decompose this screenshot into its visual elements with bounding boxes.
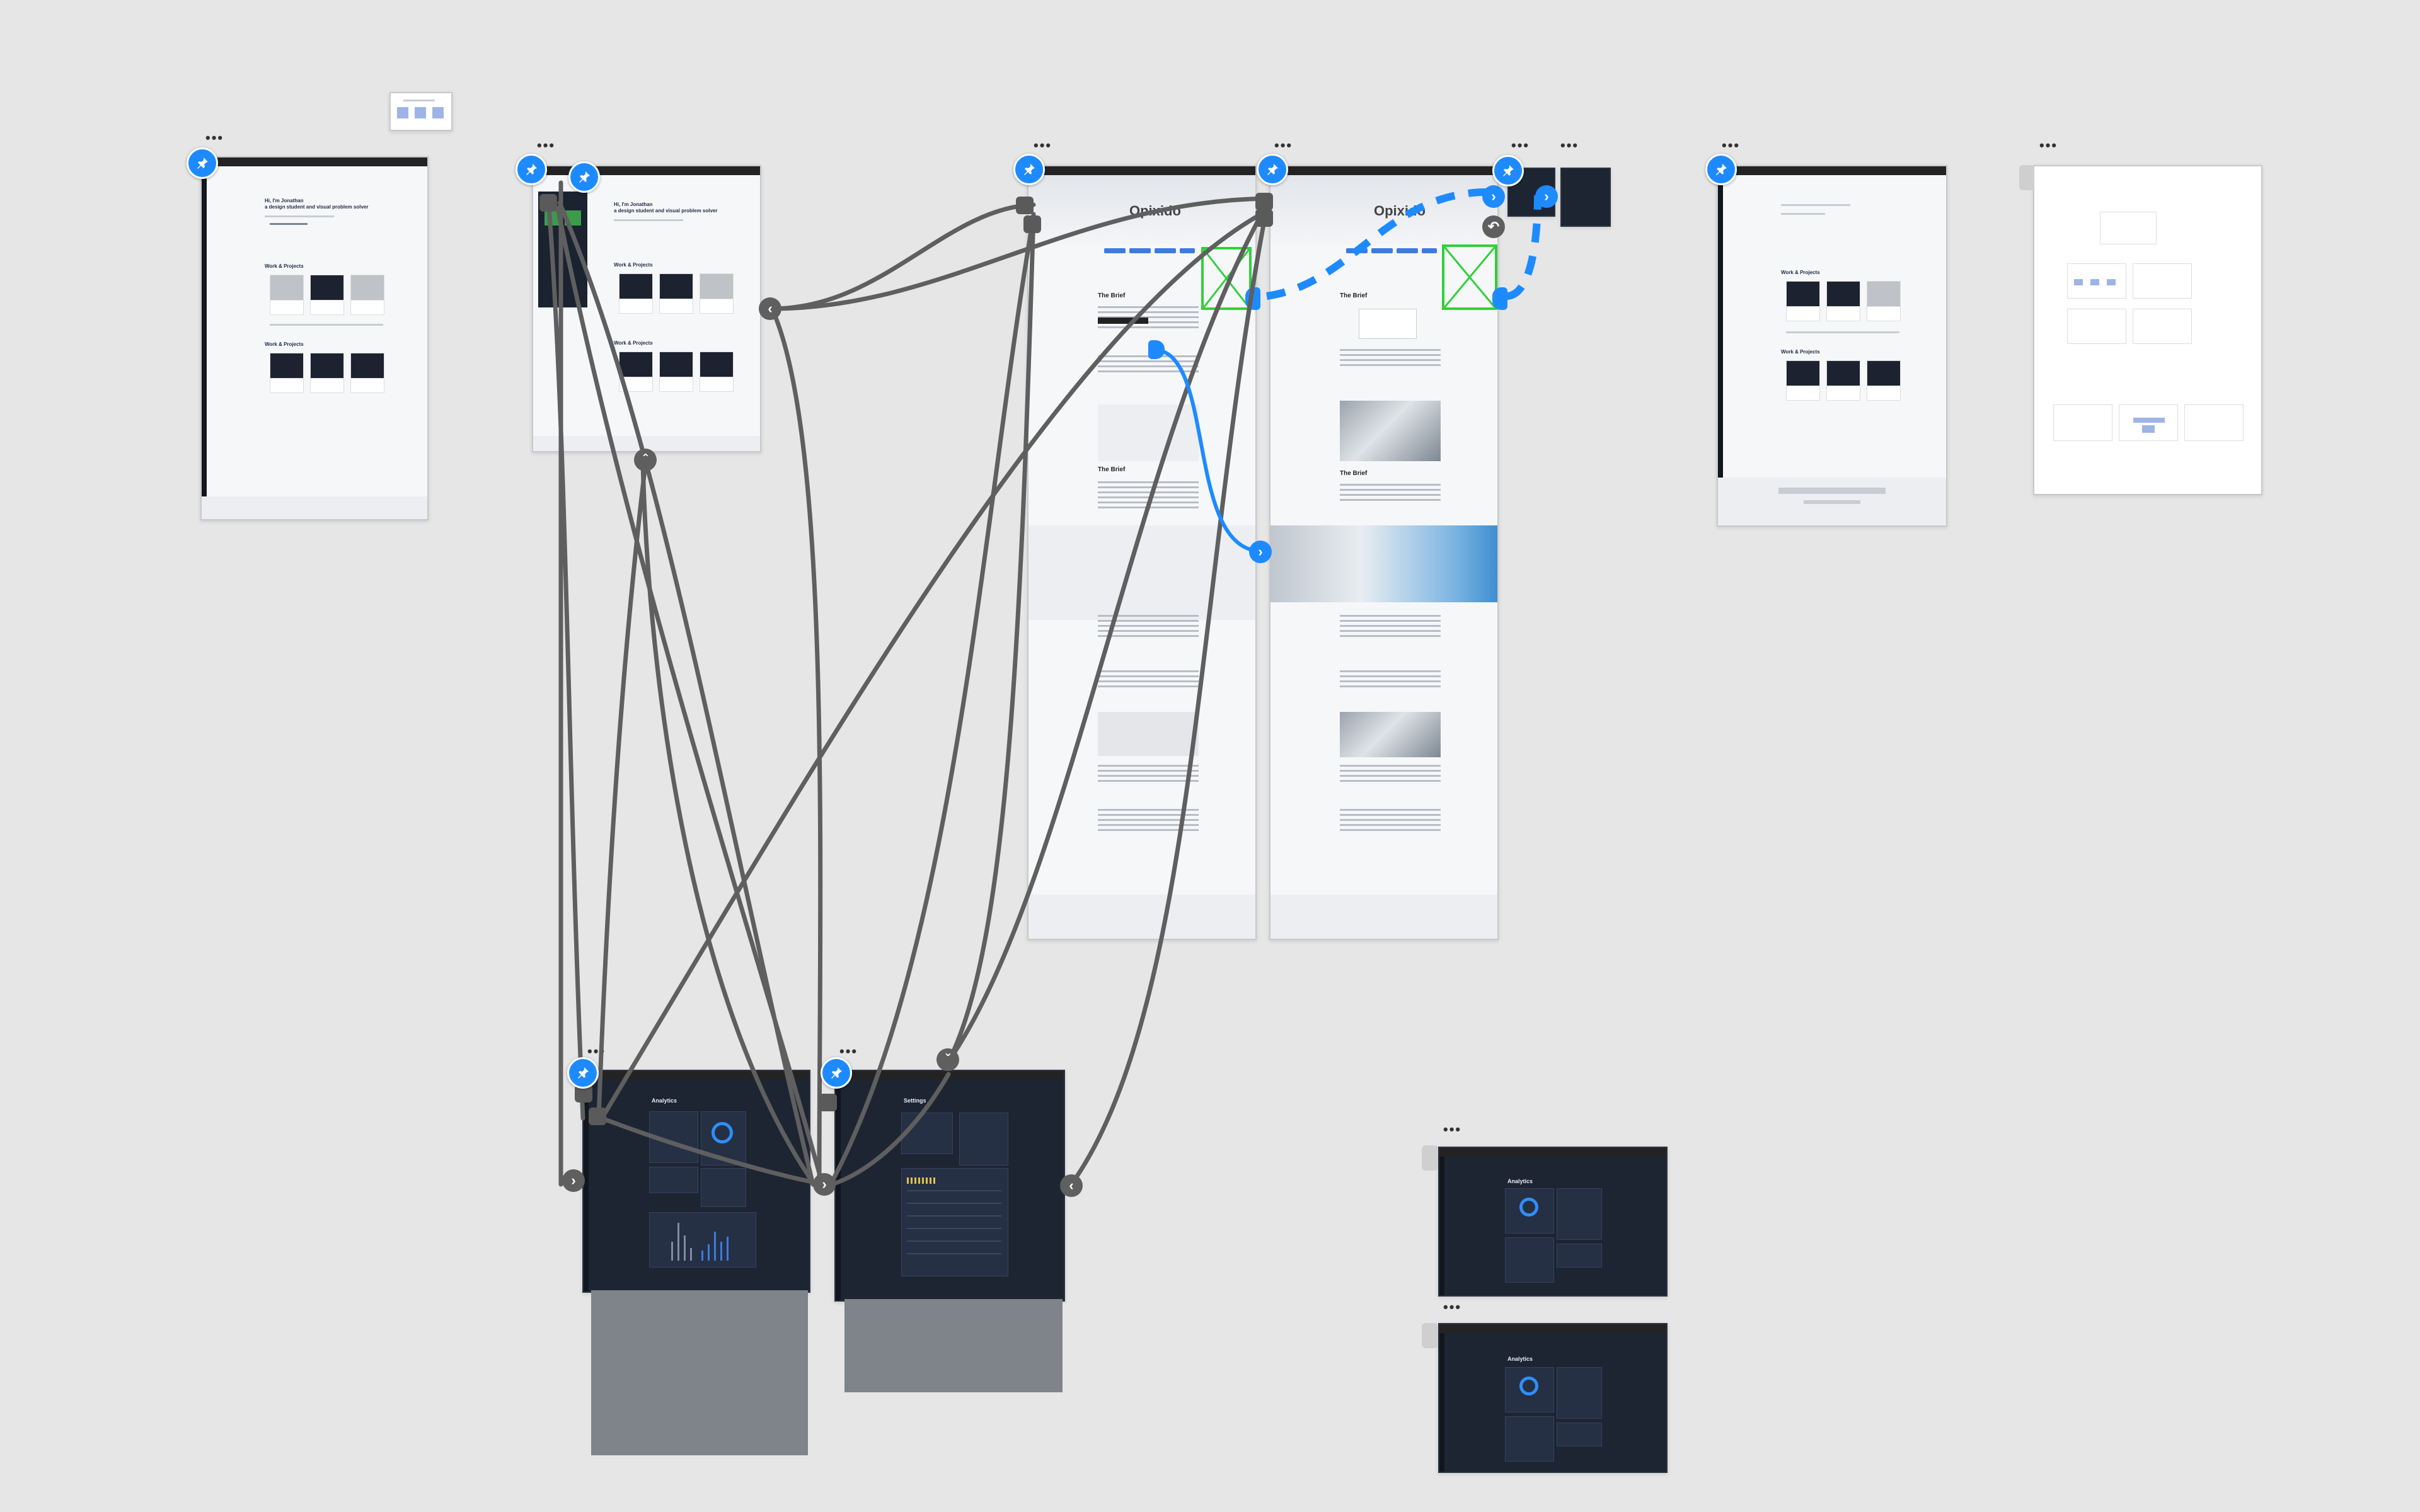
connector-line bbox=[555, 205, 825, 1187]
chevron-right-icon[interactable]: › bbox=[1482, 185, 1505, 208]
connector-handle[interactable] bbox=[1023, 215, 1041, 233]
connector-handle[interactable] bbox=[2019, 165, 2034, 190]
connector-handle[interactable] bbox=[819, 1094, 837, 1111]
connector-handle[interactable] bbox=[539, 194, 557, 212]
pin-icon[interactable] bbox=[1492, 155, 1524, 186]
connector-line bbox=[829, 1072, 951, 1187]
connector-line bbox=[557, 200, 815, 1187]
undo-icon[interactable]: ↶ bbox=[1482, 215, 1505, 238]
pin-icon[interactable] bbox=[1257, 154, 1288, 185]
pin-icon[interactable] bbox=[187, 147, 218, 179]
connector-handle[interactable] bbox=[1422, 1145, 1438, 1171]
connector-line-blue bbox=[1153, 348, 1261, 553]
chevron-up-icon[interactable]: ˆ bbox=[634, 449, 657, 471]
connector-line bbox=[946, 202, 1269, 1064]
pin-icon[interactable] bbox=[567, 1057, 599, 1089]
chevron-left-icon[interactable]: ‹ bbox=[759, 297, 781, 320]
pin-icon[interactable] bbox=[821, 1057, 852, 1089]
connector-line bbox=[596, 457, 648, 1121]
chevron-down-icon[interactable]: ˇ bbox=[936, 1048, 959, 1071]
connector-handle[interactable] bbox=[1016, 197, 1034, 214]
chevron-right-icon[interactable]: › bbox=[562, 1169, 585, 1192]
connector-line bbox=[828, 215, 1036, 1187]
connector-line bbox=[946, 212, 1036, 1064]
pin-icon[interactable] bbox=[1013, 154, 1045, 185]
pin-icon[interactable] bbox=[516, 154, 547, 185]
connector-line-blue-dashed bbox=[1266, 188, 1494, 300]
prototype-connectors bbox=[546, 180, 1541, 1187]
connector-line-blue-dashed bbox=[1506, 195, 1541, 300]
chevron-left-icon[interactable]: ‹ bbox=[1060, 1174, 1083, 1197]
connector-line bbox=[769, 202, 1036, 311]
connector-line bbox=[769, 306, 823, 1187]
pin-icon[interactable] bbox=[568, 161, 600, 193]
connector-handle[interactable] bbox=[1255, 209, 1273, 227]
connector-line bbox=[599, 209, 1269, 1121]
connector-line bbox=[546, 196, 585, 1121]
connector-handle[interactable] bbox=[589, 1108, 606, 1125]
chevron-right-icon[interactable]: › bbox=[1535, 185, 1558, 208]
connector-handle[interactable] bbox=[1422, 1323, 1438, 1348]
pin-icon[interactable] bbox=[1705, 154, 1737, 185]
chevron-right-icon[interactable]: › bbox=[813, 1173, 836, 1196]
connector-handle[interactable] bbox=[1255, 193, 1273, 210]
chevron-right-icon[interactable]: › bbox=[1249, 541, 1272, 563]
